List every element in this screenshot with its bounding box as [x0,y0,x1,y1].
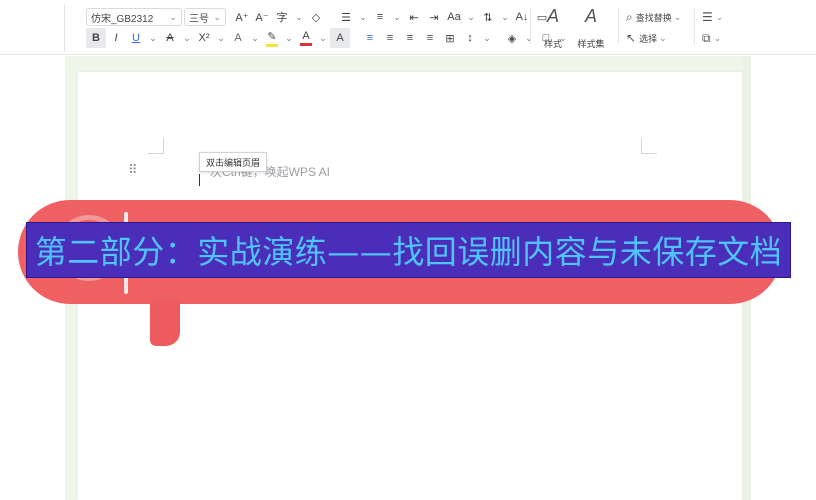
chevron-down-icon: ⌄ [715,11,724,22]
title-banner: 第二部分：实战演练——找回误删内容与未保存文档 [26,222,791,278]
font-color-icon[interactable]: A [296,28,316,48]
ribbon-scroll-edge [64,4,70,52]
chevron-down-icon: ⌄ [713,32,722,43]
text-direction-icon[interactable]: ⇅ [478,7,498,27]
chevron-down-icon[interactable]: ⌄ [480,28,494,48]
font-family-value: 仿宋_GB2312 [91,13,154,25]
bullets-icon[interactable]: ☰ [336,7,356,27]
chevron-down-icon[interactable]: ⌄ [292,7,306,27]
find-replace-label: 查找替换 [635,12,672,23]
ribbon-row-format: B I U ⌄ A ⌄ X² ⌄ A ⌄ ✎ ⌄ A ⌄ A ≡ ≡ ≡ ≡ ⊞… [86,27,570,49]
drag-handle-icon[interactable]: ⠿ [128,162,137,178]
select-label: 选择 [639,33,658,44]
shapes-button[interactable]: ⧉ ⌄ [702,29,721,47]
char-shading-icon[interactable]: A [330,28,350,48]
decrease-indent-icon[interactable]: ⇤ [404,7,424,27]
align-left-icon[interactable]: ≡ [360,28,380,48]
strikethrough-icon[interactable]: A [160,28,180,48]
text-caret [199,174,200,186]
style-set-label: 样式集 [577,39,605,49]
banner-title: 第二部分：实战演练——找回误删内容与未保存文档 [34,233,783,271]
increase-font-icon[interactable]: A⁺ [232,7,252,27]
line-spacing-icon[interactable]: ↕ [460,28,480,48]
style-set-icon: A [584,6,597,26]
chevron-down-icon: ⌄ [659,32,667,43]
ribbon-separator [694,8,695,44]
styles-icon: A [546,6,559,26]
change-case-icon[interactable]: Aa [444,7,464,27]
chevron-down-icon[interactable]: ⌄ [282,28,296,48]
numbering-icon[interactable]: ≡ [370,7,390,27]
chevron-down-icon[interactable]: ⌄ [464,7,478,27]
chevron-down-icon: ⌄ [673,11,682,22]
phonetic-guide-icon[interactable]: 字 [272,7,292,27]
align-right-icon[interactable]: ≡ [400,28,420,48]
chevron-down-icon: ⌄ [169,11,177,22]
styles-label: 样式 [543,39,562,49]
text-layout-button[interactable]: ☰ ⌄ [702,8,723,26]
chevron-down-icon[interactable]: ⌄ [316,28,330,48]
increase-indent-icon[interactable]: ⇥ [424,7,444,27]
select-button[interactable]: ↖ 选择 ⌄ [626,29,667,47]
cursor-select-icon: ↖ [626,31,637,45]
style-set-button[interactable]: A 样式集 [574,6,608,50]
distribute-icon[interactable]: ⊞ [440,28,460,48]
highlight-icon[interactable]: ✎ [262,28,282,48]
ribbon-toolbar: 仿宋_GB2312 ⌄ 三号 ⌄ A⁺ A⁻ 字 ⌄ ◇ ☰ ⌄ ≡ ⌄ ⇤ ⇥… [0,0,816,55]
chevron-down-icon[interactable]: ⌄ [522,28,536,48]
callout-tail [150,300,180,346]
decrease-font-icon[interactable]: A⁻ [252,7,272,27]
search-icon: ⌕ [626,9,633,24]
underline-icon[interactable]: U [126,28,146,48]
header-tooltip-text: 双击编辑页眉 [206,157,261,168]
chevron-down-icon[interactable]: ⌄ [498,7,512,27]
shading-icon[interactable]: ◈ [502,28,522,48]
align-center-icon[interactable]: ≡ [380,28,400,48]
chevron-down-icon[interactable]: ⌄ [180,28,194,48]
font-family-select[interactable]: 仿宋_GB2312 ⌄ [86,8,182,26]
chevron-down-icon: ⌄ [213,11,221,22]
font-size-select[interactable]: 三号 ⌄ [184,8,226,26]
chevron-down-icon[interactable]: ⌄ [214,28,228,48]
text-layout-icon: ☰ [702,10,713,24]
chevron-down-icon[interactable]: ⌄ [356,7,370,27]
sort-icon[interactable]: A↓ [512,7,532,27]
text-effect-icon[interactable]: A [228,28,248,48]
ribbon-separator [530,8,531,44]
margin-corner-marker [148,138,164,154]
font-size-value: 三号 [189,13,209,25]
styles-button[interactable]: A 样式 [536,6,570,50]
header-edit-tooltip: 双击编辑页眉 [199,152,268,172]
justify-icon[interactable]: ≡ [420,28,440,48]
chevron-down-icon[interactable]: ⌄ [248,28,262,48]
shapes-icon: ⧉ [702,30,711,45]
bold-icon[interactable]: B [86,28,106,48]
ribbon-row-font: 仿宋_GB2312 ⌄ 三号 ⌄ A⁺ A⁻ 字 ⌄ ◇ ☰ ⌄ ≡ ⌄ ⇤ ⇥… [86,6,552,28]
clear-format-icon[interactable]: ◇ [306,7,326,27]
chevron-down-icon[interactable]: ⌄ [390,7,404,27]
margin-corner-marker [641,138,657,154]
find-replace-button[interactable]: ⌕ 查找替换 ⌄ [626,8,681,26]
superscript-icon[interactable]: X² [194,28,214,48]
ribbon-separator [618,8,619,44]
chevron-down-icon[interactable]: ⌄ [146,28,160,48]
italic-icon[interactable]: I [106,28,126,48]
